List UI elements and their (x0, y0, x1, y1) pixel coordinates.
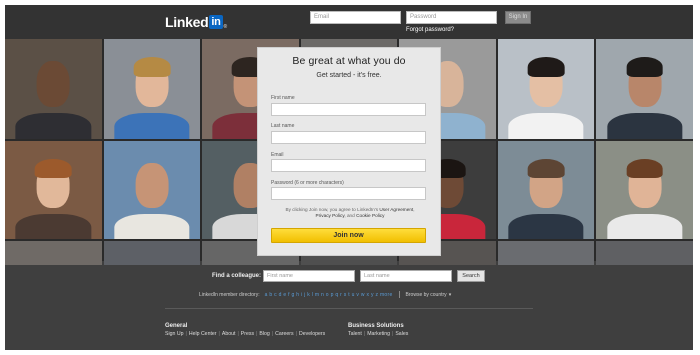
header-password-input[interactable]: Password (406, 11, 497, 24)
photo-tile (596, 39, 693, 139)
terms-comma: , (413, 207, 415, 212)
signup-headline: Be great at what you do (292, 55, 406, 67)
terms-and: , and (344, 213, 357, 218)
password-field[interactable] (271, 187, 426, 200)
footer-business-links: Talent | Marketing | Sales (348, 331, 409, 337)
page-frame: Linked in ® Email Password Sign In Forgo… (5, 5, 693, 350)
footer-link[interactable]: Press (241, 331, 254, 337)
registered-mark: ® (223, 24, 228, 30)
footer-link[interactable]: About (222, 331, 236, 337)
privacy-policy-link[interactable]: Privacy Policy (316, 213, 345, 218)
find-colleague-label: Find a colleague: (212, 273, 262, 279)
top-header: Linked in ® Email Password Sign In Forgo… (5, 5, 693, 39)
photo-tile (596, 141, 693, 239)
footer-link[interactable]: Blog (259, 331, 269, 337)
sign-in-button[interactable]: Sign In (505, 11, 531, 24)
colleague-last-name-input[interactable]: Last name (360, 270, 452, 282)
photo-tile (497, 141, 595, 239)
cookie-policy-link[interactable]: Cookie Policy (356, 213, 384, 218)
photo-tile (103, 141, 201, 239)
first-name-label: First name (271, 95, 295, 101)
chevron-down-icon[interactable]: ▾ (449, 292, 452, 298)
photo-tile (5, 141, 102, 239)
footer-business-title: Business Solutions (348, 323, 404, 329)
join-now-button[interactable]: Join now (271, 228, 426, 243)
email-field[interactable] (271, 159, 426, 172)
photo-tile (497, 39, 595, 139)
footer-link[interactable]: Talent (348, 331, 362, 337)
photo-tile (596, 241, 693, 265)
photo-tile (5, 39, 102, 139)
header-email-input[interactable]: Email (310, 11, 401, 24)
linkedin-logo[interactable]: Linked in ® (165, 14, 227, 30)
first-name-field[interactable] (271, 103, 426, 116)
email-label: Email (271, 152, 284, 158)
photo-tile (103, 241, 201, 265)
photo-tile (5, 241, 102, 265)
footer-link[interactable]: Marketing (367, 331, 390, 337)
photo-tile (103, 39, 201, 139)
footer-link[interactable]: Sign Up (165, 331, 183, 337)
forgot-password-link[interactable]: Forgot password? (406, 27, 454, 33)
colleague-first-name-input[interactable]: First name (263, 270, 355, 282)
terms-text: By clicking Join now, you agree to Linke… (270, 207, 430, 219)
logo-in-badge: in (209, 15, 223, 29)
footer-link[interactable]: Careers (275, 331, 293, 337)
password-label: Password (6 or more characters) (271, 180, 344, 186)
last-name-label: Last name (271, 123, 295, 129)
signup-card: Be great at what you do Get started - it… (257, 47, 441, 256)
footer-general-links: Sign Up | Help Center | About | Press | Blog | Car… (165, 331, 326, 337)
footer-general-title: General (165, 323, 188, 329)
directory-label: LinkedIn member directory: (199, 291, 260, 298)
footer-link[interactable]: Sales (395, 331, 408, 337)
browse-by-country-link[interactable]: Browse by country (406, 292, 447, 298)
footer-divider (165, 308, 533, 309)
footer-link[interactable]: Developers (299, 331, 325, 337)
member-directory: LinkedIn member directory: a b c d e f g… (199, 291, 451, 298)
logo-text: Linked (165, 14, 209, 30)
photo-tile (497, 241, 595, 265)
terms-prefix: By clicking Join now, you agree to Linke… (285, 207, 380, 212)
colleague-search-button[interactable]: Search (457, 270, 485, 282)
footer-link[interactable]: Help Center (189, 331, 217, 337)
user-agreement-link[interactable]: User Agreement (379, 207, 413, 212)
last-name-field[interactable] (271, 131, 426, 144)
directory-divider (398, 291, 400, 298)
signup-subhead: Get started - it's free. (316, 72, 382, 79)
directory-letters[interactable]: a b c d e f g h i j k l m n o p q r s t … (265, 292, 393, 298)
